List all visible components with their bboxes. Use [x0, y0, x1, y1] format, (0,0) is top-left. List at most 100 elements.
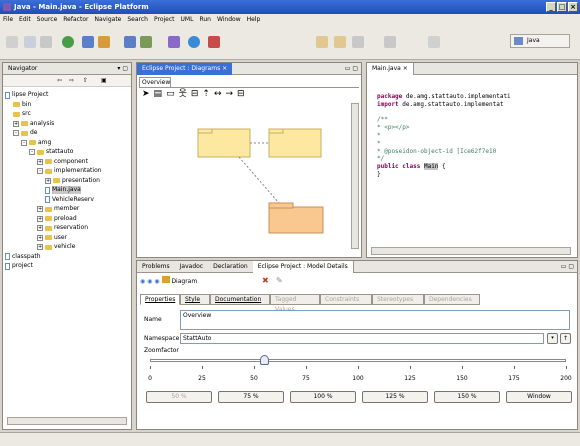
tree-item[interactable]: Main.java — [45, 186, 81, 194]
tree-item[interactable]: project — [5, 262, 33, 270]
open-perspective-icon[interactable] — [428, 36, 440, 48]
tree-item[interactable]: lipse Project — [5, 91, 48, 99]
close-tab-icon[interactable]: × — [222, 65, 227, 72]
tree-item[interactable]: + user — [37, 234, 67, 242]
subtab-tagged-values[interactable]: Tagged Values — [270, 294, 320, 313]
menu-uml[interactable]: UML — [181, 14, 194, 26]
print-icon[interactable] — [40, 36, 52, 48]
tab-navigator[interactable]: Navigator — [3, 63, 42, 75]
edit-icon[interactable]: ✎ — [276, 276, 283, 285]
open-type-icon[interactable] — [124, 36, 136, 48]
tree-item[interactable]: - de — [13, 129, 38, 137]
tree-item[interactable]: + presentation — [45, 177, 100, 185]
zoom-button[interactable]: 75 % — [218, 391, 284, 403]
back-icon[interactable] — [334, 36, 346, 48]
tab-main-java[interactable]: Main.java × — [367, 62, 414, 75]
zoom-button[interactable]: 150 % — [434, 391, 500, 403]
forward-icon[interactable]: ◉ — [147, 278, 152, 285]
forward-icon[interactable] — [316, 36, 328, 48]
expand-icon[interactable]: + — [45, 177, 51, 184]
expand-icon[interactable]: + — [37, 215, 43, 222]
run-icon[interactable] — [62, 36, 74, 48]
search-icon[interactable] — [140, 36, 152, 48]
collapse-icon[interactable]: - — [13, 130, 19, 136]
save-icon[interactable] — [24, 36, 36, 48]
namespace-dropdown[interactable]: ▾ — [547, 333, 558, 344]
delete-icon[interactable]: ✖ — [262, 276, 269, 285]
expand-icon[interactable]: + — [37, 225, 43, 231]
expand-icon[interactable]: + — [37, 234, 43, 241]
note-tool-icon[interactable]: ⊟ — [237, 89, 249, 99]
menu-run[interactable]: Run — [199, 14, 211, 26]
up-icon[interactable]: ◉ — [154, 278, 159, 285]
history-icon[interactable] — [352, 36, 364, 48]
subtab-dependencies[interactable]: Dependencies — [424, 294, 480, 305]
minimize-button[interactable]: _ — [546, 2, 556, 12]
collapse-icon[interactable]: - — [21, 139, 27, 146]
subtab-stereotypes[interactable]: Stereotypes — [372, 294, 424, 305]
collapse-all-icon[interactable]: ▣ — [101, 77, 107, 84]
tree-item[interactable]: - amg — [21, 139, 51, 147]
association-tool-icon[interactable]: ↔ — [214, 89, 226, 99]
subtab-documentation[interactable]: Documentation — [210, 294, 270, 305]
zoom-slider-thumb[interactable] — [260, 355, 270, 365]
expand-icon[interactable]: + — [37, 158, 43, 165]
package-tool-icon[interactable]: ▭ — [166, 89, 179, 99]
tree-item[interactable]: + vehicle — [37, 243, 75, 251]
diagram-vscrollbar[interactable] — [351, 103, 359, 249]
zoom-button[interactable]: 125 % — [362, 391, 428, 403]
editor-hscrollbar[interactable] — [371, 247, 571, 255]
forward-nav-icon[interactable]: ⇨ — [69, 77, 74, 84]
tree-item[interactable]: src — [13, 110, 31, 118]
tree-item[interactable]: - stattauto — [29, 148, 73, 156]
generalization-tool-icon[interactable]: → — [226, 89, 238, 99]
navigator-hscrollbar[interactable] — [7, 417, 127, 425]
debug-icon[interactable] — [168, 36, 180, 48]
minimize-view-icon[interactable]: ▭ ▢ — [345, 65, 361, 72]
tree-item[interactable]: bin — [13, 101, 31, 109]
menu-window[interactable]: Window — [217, 14, 241, 26]
menu-help[interactable]: Help — [247, 14, 261, 26]
select-tool-icon[interactable]: ➤ — [142, 89, 154, 99]
class-tool-icon[interactable]: ▤ — [154, 89, 167, 99]
tab-problems[interactable]: Problems — [137, 261, 175, 273]
subtab-constraints[interactable]: Constraints — [320, 294, 372, 305]
tab-model-details[interactable]: Eclipse Project : Model Details — [252, 260, 354, 273]
expand-icon[interactable]: + — [13, 120, 19, 127]
tree-item[interactable]: + reservation — [37, 224, 88, 232]
zoom-slider-track[interactable] — [150, 359, 566, 362]
tree-item[interactable]: classpath — [5, 253, 41, 261]
zoom-button[interactable]: 100 % — [290, 391, 356, 403]
namespace-field[interactable]: StattAuto — [180, 333, 544, 344]
actor-tool-icon[interactable]: 웃 — [179, 89, 191, 99]
tree-item[interactable]: + member — [37, 205, 79, 213]
name-field[interactable]: Overview — [180, 310, 570, 330]
menu-navigate[interactable]: Navigate — [94, 14, 121, 26]
menu-file[interactable]: File — [3, 14, 13, 26]
new-icon[interactable] — [6, 36, 18, 48]
diagram-canvas[interactable] — [139, 103, 347, 249]
maximize-button[interactable]: □ — [557, 2, 567, 12]
collapse-icon[interactable]: - — [29, 149, 35, 155]
tab-overview[interactable]: Overview — [139, 77, 171, 87]
collapse-icon[interactable]: - — [37, 168, 43, 174]
tab-javadoc[interactable]: Javadoc — [175, 261, 208, 273]
tree-item[interactable]: + analysis — [13, 120, 54, 128]
close-button[interactable]: × — [568, 2, 578, 12]
menu-edit[interactable]: Edit — [19, 14, 31, 26]
close-editor-icon[interactable]: × — [403, 65, 408, 72]
new-class-icon[interactable] — [82, 36, 94, 48]
dependency-tool-icon[interactable]: ⇡ — [202, 89, 214, 99]
minimize-bottom-icon[interactable]: ▭ ▢ — [561, 263, 577, 270]
expand-icon[interactable]: + — [37, 244, 43, 250]
pin-icon[interactable] — [384, 36, 396, 48]
tree-item[interactable]: + component — [37, 158, 88, 166]
java-perspective-button[interactable]: Java — [510, 34, 570, 48]
menu-search[interactable]: Search — [127, 14, 148, 26]
tree-item[interactable]: + preload — [37, 215, 77, 223]
zoom-button[interactable]: 50 % — [146, 391, 212, 403]
menu-refactor[interactable]: Refactor — [63, 14, 88, 26]
tab-diagram[interactable]: Eclipse Project : Diagrams × — [137, 62, 233, 75]
expand-icon[interactable]: + — [37, 206, 43, 212]
subtab-properties[interactable]: Properties — [140, 294, 180, 305]
